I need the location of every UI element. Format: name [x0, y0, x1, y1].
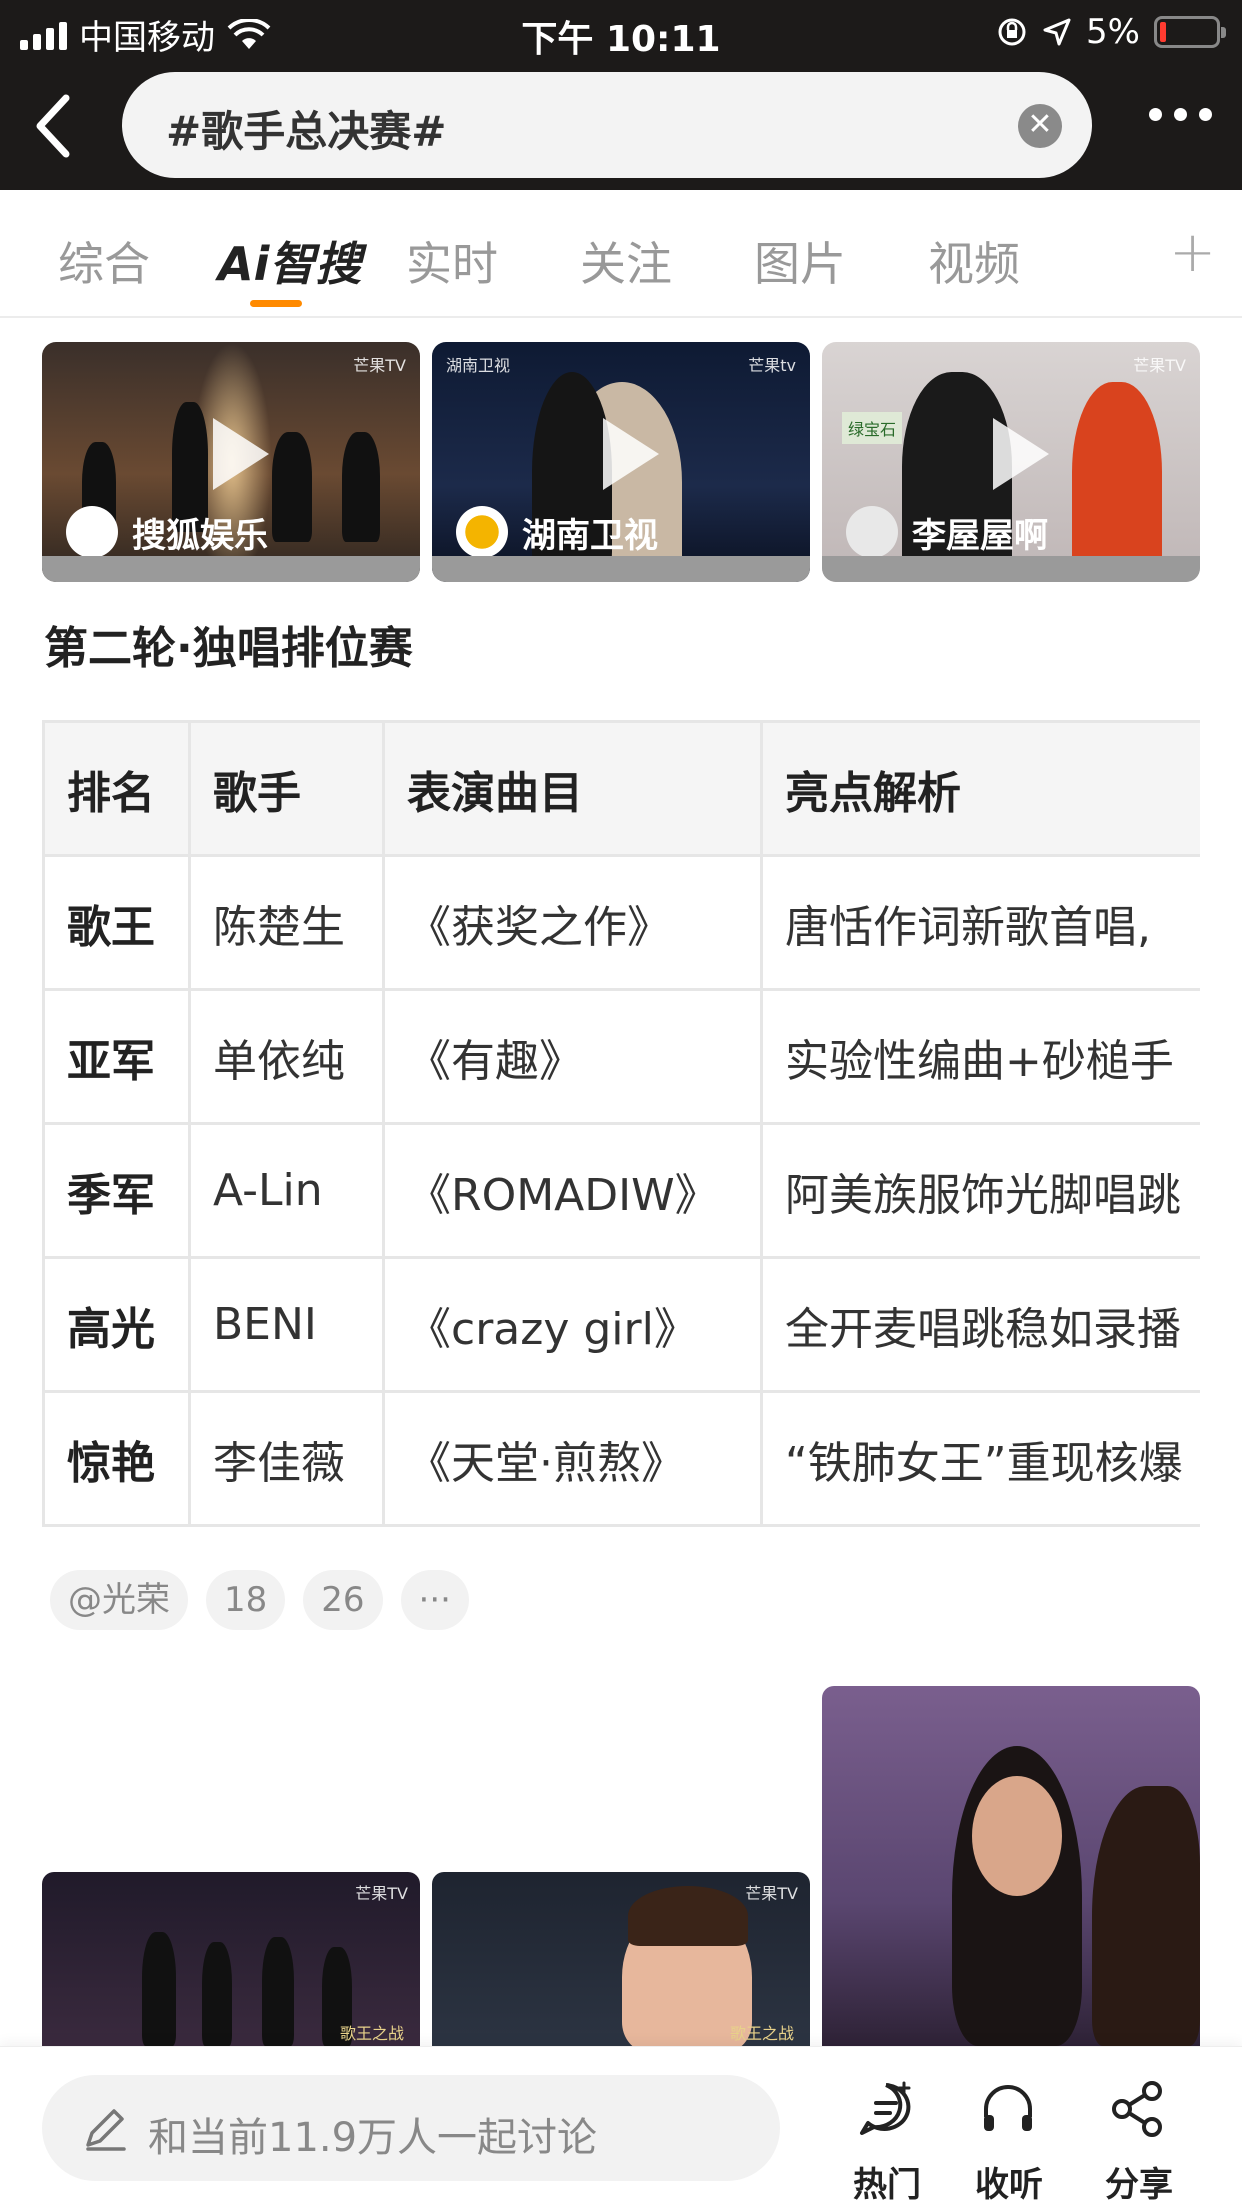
column-header: 亮点解析 — [760, 720, 1200, 857]
tab-realtime[interactable]: 实时 — [406, 228, 498, 294]
video-card[interactable]: 湖南卫视 芒果tv 湖南卫视 — [432, 342, 810, 582]
highlight-cell: 实验性编曲+砂槌手 — [760, 988, 1200, 1125]
video-caption: 歌王之战 — [339, 2024, 404, 2043]
play-icon — [603, 418, 659, 490]
tab-images[interactable]: 图片 — [754, 228, 846, 294]
highlight-cell: 全开麦唱跳稳如录播 — [760, 1256, 1200, 1393]
song-cell: 《获奖之作》 — [382, 854, 763, 991]
highlight-cell: “铁肺女王”重现核爆 — [760, 1390, 1200, 1527]
song-cell: 《ROMADIW》 — [382, 1122, 763, 1259]
back-icon[interactable] — [26, 90, 82, 162]
ranking-table[interactable]: 排名 歌手 表演曲目 亮点解析 歌王 陈楚生 《获奖之作》 唐恬作词新歌首唱, … — [42, 720, 1200, 1528]
video-watermark: 芒果tv — [748, 356, 796, 375]
rank-cell: 惊艳 — [42, 1390, 191, 1527]
avatar — [66, 506, 118, 558]
location-icon — [1043, 18, 1071, 46]
pencil-icon — [86, 2109, 126, 2151]
singer-cell: 陈楚生 — [188, 854, 385, 991]
share-label: 分享 — [1105, 2165, 1173, 2205]
video-watermark: 芒果TV — [1133, 356, 1186, 375]
search-query: #歌手总决赛# — [166, 107, 447, 156]
reference-chip[interactable]: 18 — [206, 1570, 286, 1630]
listen-label: 收听 — [975, 2165, 1043, 2205]
video-watermark: 芒果TV — [355, 1884, 408, 1903]
song-cell: 《crazy girl》 — [382, 1256, 763, 1393]
video-source: 李屋屋啊 — [846, 506, 1048, 558]
highlight-cell: 唐恬作词新歌首唱, — [760, 854, 1200, 991]
gallery-video[interactable]: 芒果TV 歌王之战 — [432, 1872, 810, 2046]
video-source-name: 搜狐娱乐 — [132, 515, 268, 556]
song-cell: 《天堂·煎熬》 — [382, 1390, 763, 1527]
rank-cell: 季军 — [42, 1122, 191, 1259]
video-watermark: 芒果TV — [353, 356, 406, 375]
table-header-row: 排名 歌手 表演曲目 亮点解析 — [42, 720, 1200, 857]
video-source-name: 湖南卫视 — [522, 515, 658, 556]
gallery-image[interactable] — [822, 1686, 1200, 2046]
discussion-placeholder: 和当前11.9万人一起讨论 — [148, 2115, 598, 2161]
singer-cell: A-Lin — [188, 1122, 385, 1259]
song-cell: 《有趣》 — [382, 988, 763, 1125]
avatar — [456, 506, 508, 558]
reference-chip[interactable]: 26 — [303, 1570, 383, 1630]
video-watermark: 芒果TV — [745, 1884, 798, 1903]
rank-cell: 高光 — [42, 1256, 191, 1393]
play-icon — [213, 418, 269, 490]
singer-cell: 单依纯 — [188, 988, 385, 1125]
column-header: 排名 — [42, 720, 191, 857]
bottom-bar: 和当前11.9万人一起讨论 热门 收听 分享 — [0, 2046, 1242, 2208]
share-icon[interactable] — [1108, 2079, 1168, 2139]
highlight-cell: 阿美族服饰光脚唱跳 — [760, 1122, 1200, 1259]
active-tab-indicator — [250, 300, 302, 307]
reference-chips: @光荣 18 26 ··· — [50, 1570, 469, 1630]
column-header: 歌手 — [188, 720, 385, 857]
table-row: 惊艳 李佳薇 《天堂·煎熬》 “铁肺女王”重现核爆 — [42, 1390, 1200, 1527]
more-icon[interactable] — [1149, 108, 1212, 121]
rank-cell: 亚军 — [42, 988, 191, 1125]
search-input[interactable]: #歌手总决赛# ✕ — [122, 72, 1092, 178]
tab-bar: 综合 Ai智搜 实时 关注 图片 视频 + — [0, 190, 1242, 428]
video-caption: 歌王之战 — [729, 2024, 794, 2043]
status-right: 5% — [996, 12, 1226, 52]
battery-percent: 5% — [1086, 12, 1140, 52]
battery-icon — [1154, 16, 1226, 48]
video-source: 搜狐娱乐 — [66, 506, 268, 558]
add-tab-icon[interactable]: + — [1169, 220, 1216, 285]
rotation-lock-icon — [998, 18, 1026, 46]
tab-comprehensive[interactable]: 综合 — [58, 228, 150, 294]
table-row: 高光 BENI 《crazy girl》 全开麦唱跳稳如录播 — [42, 1256, 1200, 1393]
top-bar: 中国移动 下午 10:11 5% #歌手总决赛# ✕ — [0, 0, 1242, 190]
reference-chip[interactable]: @光荣 — [50, 1570, 188, 1630]
table-row: 歌王 陈楚生 《获奖之作》 唐恬作词新歌首唱, — [42, 854, 1200, 991]
video-card[interactable]: 芒果TV 绿宝石 李屋屋啊 — [822, 342, 1200, 582]
tab-ai-search-label: Ai智搜 — [218, 237, 362, 291]
hot-label: 热门 — [853, 2165, 921, 2205]
clear-icon[interactable]: ✕ — [1018, 104, 1062, 148]
column-header: 表演曲目 — [382, 720, 763, 857]
status-bar: 中国移动 下午 10:11 5% — [0, 0, 1242, 62]
headphones-icon[interactable] — [978, 2079, 1038, 2139]
tab-ai-search[interactable]: Ai智搜 — [218, 228, 362, 307]
gallery-video[interactable]: 芒果TV 歌王之战 — [42, 1872, 420, 2046]
video-corner-label: 绿宝石 — [842, 412, 903, 444]
tab-videos[interactable]: 视频 — [928, 228, 1020, 294]
singer-cell: BENI — [188, 1256, 385, 1393]
more-chip[interactable]: ··· — [400, 1570, 469, 1630]
video-source: 湖南卫视 — [456, 506, 658, 558]
hot-comment-icon[interactable] — [856, 2079, 916, 2139]
table-row: 季军 A-Lin 《ROMADIW》 阿美族服饰光脚唱跳 — [42, 1122, 1200, 1259]
rank-cell: 歌王 — [42, 854, 191, 991]
video-source-name: 李屋屋啊 — [912, 515, 1048, 556]
discussion-input[interactable]: 和当前11.9万人一起讨论 — [42, 2075, 780, 2181]
video-corner-label: 湖南卫视 — [446, 356, 511, 375]
avatar — [846, 506, 898, 558]
video-card[interactable]: 芒果TV 搜狐娱乐 — [42, 342, 420, 582]
singer-cell: 李佳薇 — [188, 1390, 385, 1527]
tab-follow[interactable]: 关注 — [580, 228, 672, 294]
play-icon — [993, 418, 1049, 490]
section-title: 第二轮·独唱排位赛 — [44, 623, 413, 674]
table-row: 亚军 单依纯 《有趣》 实验性编曲+砂槌手 — [42, 988, 1200, 1125]
